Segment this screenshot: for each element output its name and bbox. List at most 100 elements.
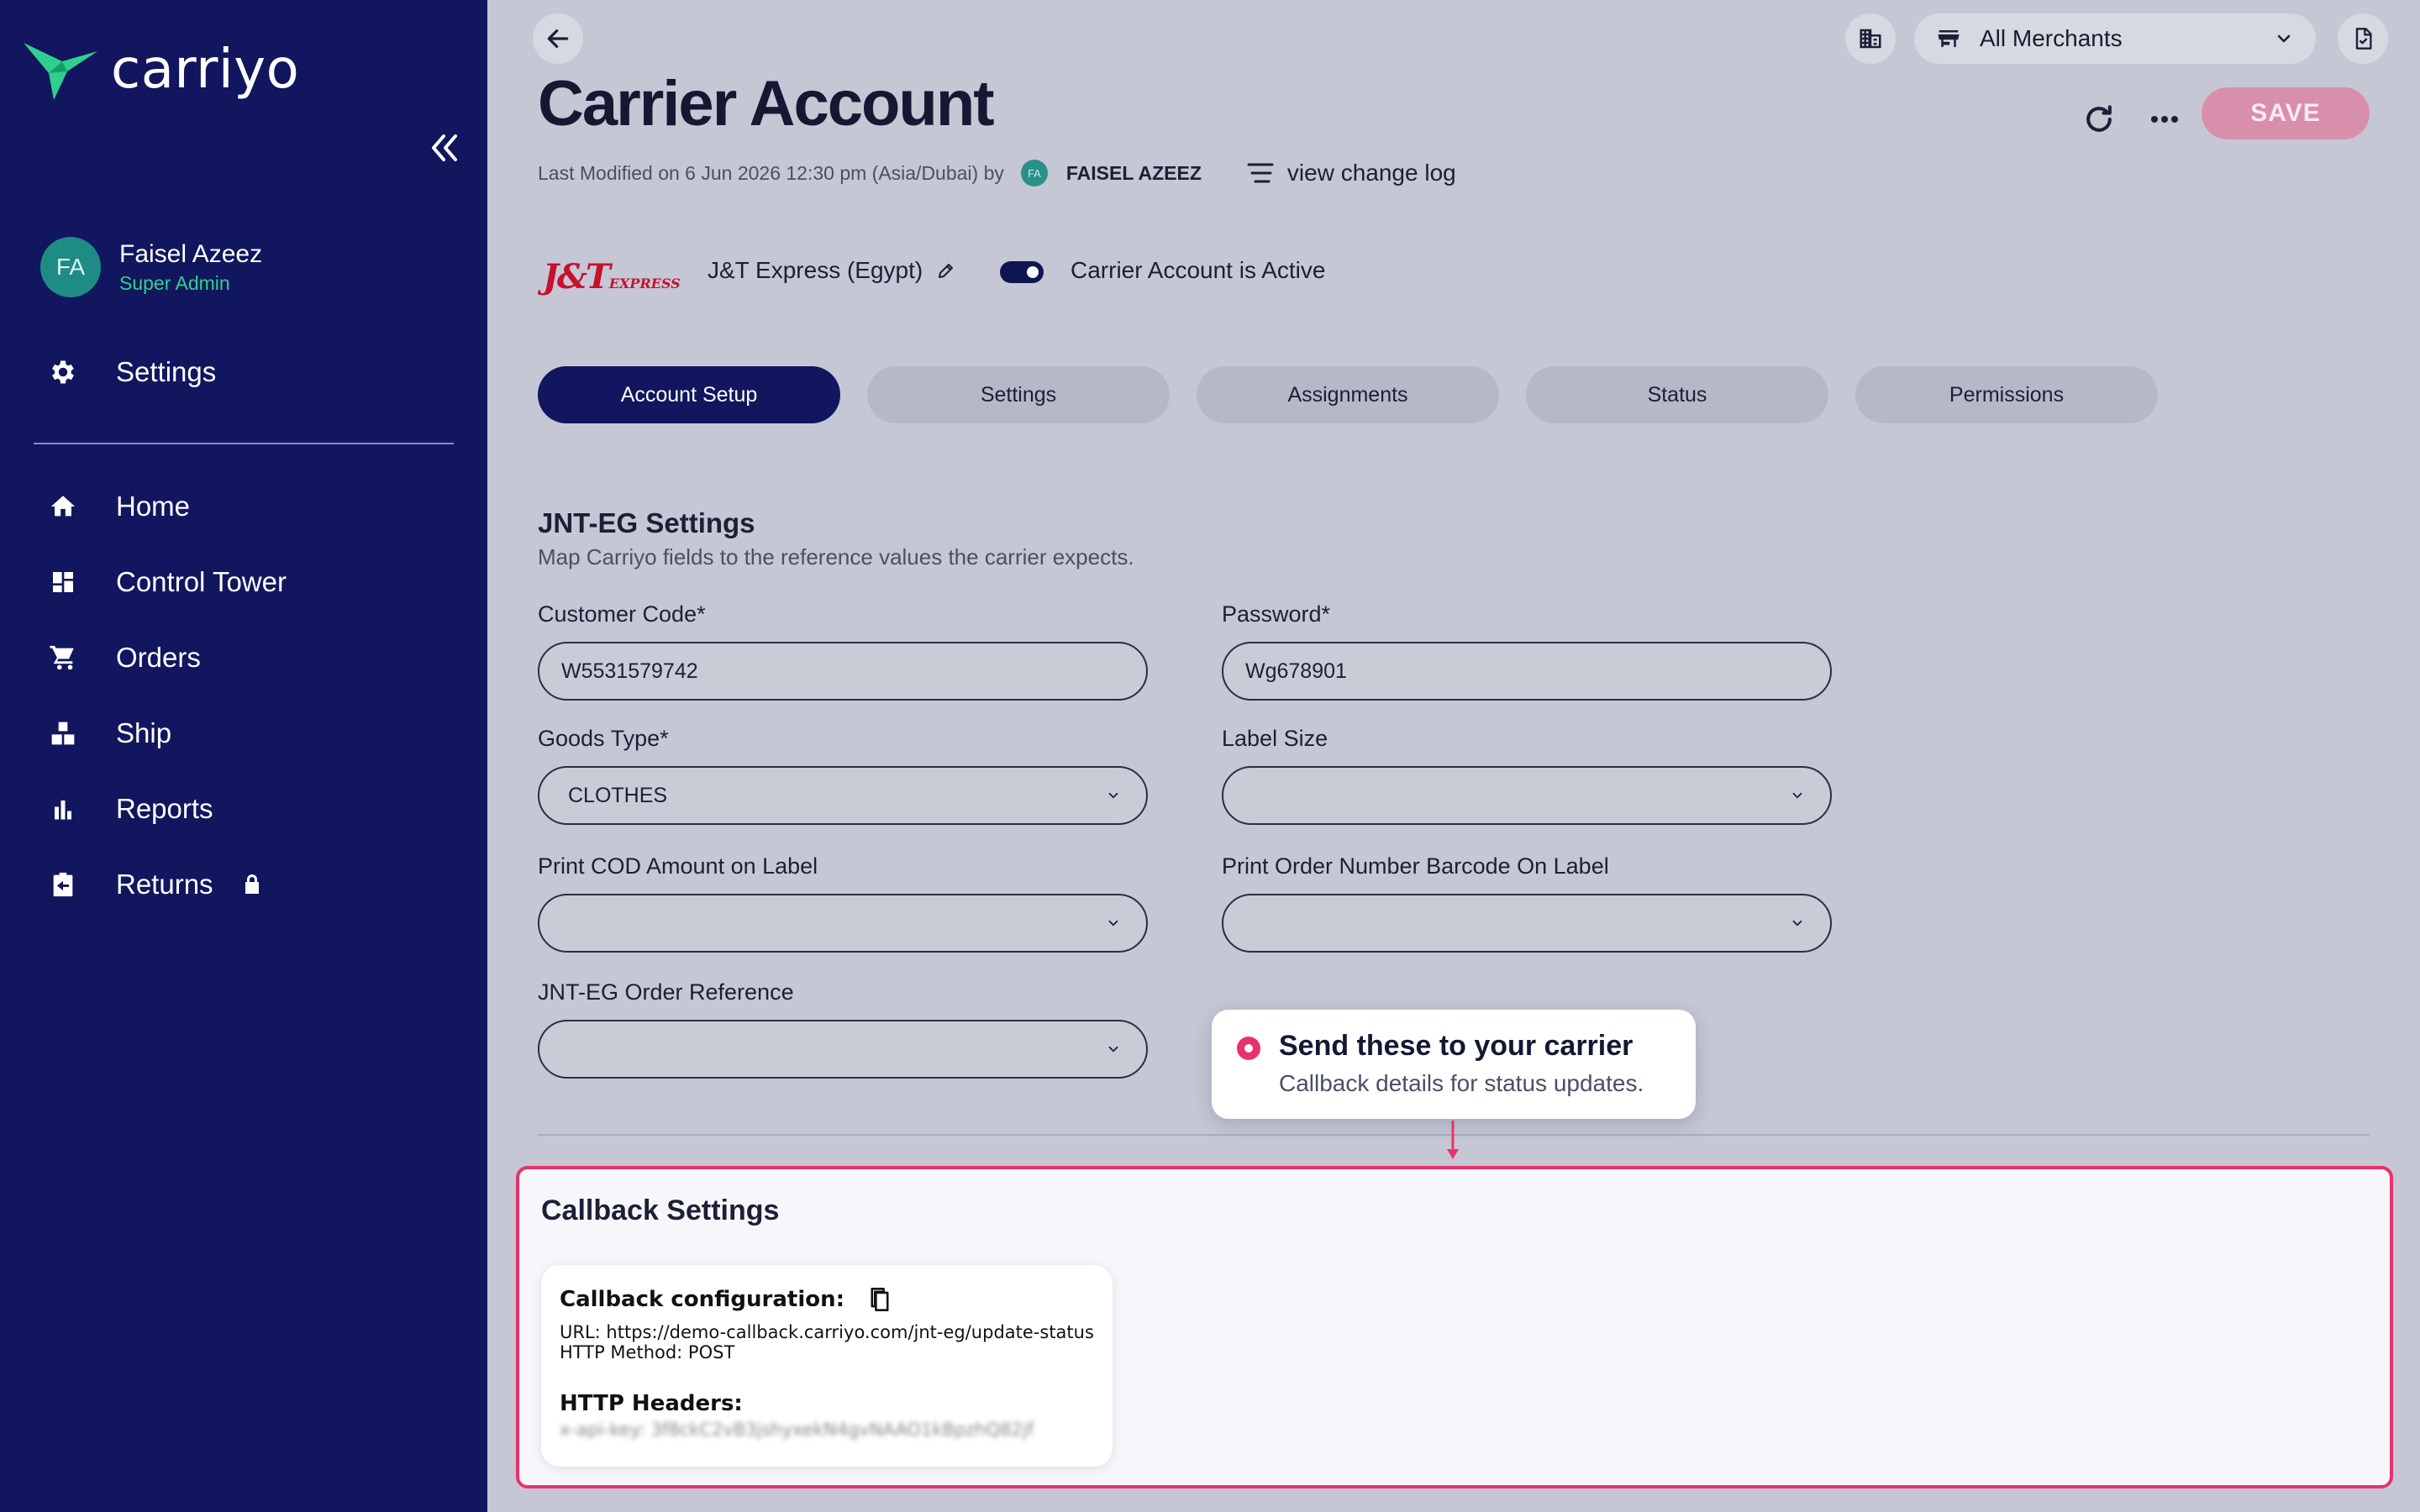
goods-type-value: CLOTHES	[568, 783, 668, 807]
avatar: FA	[40, 237, 101, 297]
carrier-logo-main: J&T	[543, 257, 611, 297]
label-size-label: Label Size	[1222, 726, 1328, 751]
merchant-selector-value: All Merchants	[1980, 25, 2123, 51]
carrier-logo: J&TEXPRESS	[543, 257, 681, 297]
sidebar-item-ship[interactable]: Ship	[47, 717, 171, 749]
user-profile[interactable]: FA Faisel Azeez Super Admin	[40, 237, 262, 297]
customer-code-value: W5531579742	[561, 659, 698, 683]
sidebar-item-orders[interactable]: Orders	[47, 642, 201, 674]
sidebar: carriyo FA Faisel Azeez Super Admin Sett…	[0, 0, 487, 1512]
goods-type-select[interactable]: CLOTHES	[538, 766, 1148, 825]
arrow-down-icon	[1447, 1121, 1459, 1159]
chevron-down-icon	[1792, 792, 1802, 799]
sidebar-item-returns[interactable]: Returns	[47, 869, 262, 900]
carrier-logo-sub: EXPRESS	[608, 276, 681, 291]
sidebar-item-label: Home	[116, 491, 191, 522]
sidebar-item-label: Orders	[116, 642, 201, 673]
brand-name: carriyo	[111, 39, 300, 101]
callback-settings-title: Callback Settings	[541, 1194, 780, 1226]
dashboard-icon	[47, 566, 79, 598]
refresh-button[interactable]	[2081, 101, 2118, 138]
sidebar-item-control-tower[interactable]: Control Tower	[47, 566, 287, 598]
carrier-name-label: J&T Express (Egypt)	[708, 257, 923, 283]
carrier-active-toggle[interactable]	[1000, 261, 1044, 283]
sidebar-item-label: Control Tower	[116, 566, 287, 597]
more-horizontal-icon	[2151, 116, 2178, 123]
gear-icon	[47, 356, 79, 388]
http-headers-value: x-api-key: 3f8ckC2vB3jshyxekN4gvNAAO1kBp…	[560, 1420, 1034, 1440]
document-check-icon	[2355, 28, 2372, 50]
save-button[interactable]: SAVE	[2202, 87, 2370, 139]
carrier-active-label: Carrier Account is Active	[1071, 257, 1326, 283]
list-icon	[1247, 163, 1274, 183]
organization-button[interactable]	[1845, 13, 1896, 64]
carrier-name[interactable]: J&T Express (Egypt)	[708, 257, 956, 284]
sidebar-divider	[34, 443, 454, 444]
goods-type-label: Goods Type*	[538, 726, 669, 751]
customer-code-label: Customer Code*	[538, 601, 706, 627]
more-options-button[interactable]	[2144, 99, 2185, 139]
bar-chart-icon	[47, 793, 79, 825]
sidebar-item-label: Returns	[116, 869, 213, 900]
print-cod-select[interactable]	[538, 894, 1148, 953]
tooltip-title: Send these to your carrier	[1279, 1030, 1634, 1062]
back-button[interactable]	[533, 13, 583, 64]
page-title: Carrier Account	[538, 68, 995, 139]
record-dot-icon	[1237, 1037, 1260, 1060]
callback-method: HTTP Method: POST	[560, 1342, 735, 1362]
merchant-selector[interactable]: All Merchants	[1914, 13, 2316, 64]
callout-tooltip: Send these to your carrier Callback deta…	[1212, 1010, 1696, 1119]
order-reference-select[interactable]	[538, 1020, 1148, 1079]
section-subtitle: Map Carriyo fields to the reference valu…	[538, 544, 1134, 570]
home-icon	[47, 491, 79, 522]
ship-icon	[47, 717, 79, 749]
tab-permissions[interactable]: Permissions	[1855, 366, 2158, 423]
arrow-left-icon	[547, 29, 569, 48]
document-button[interactable]	[2338, 13, 2388, 64]
pencil-icon[interactable]	[936, 260, 956, 281]
carriyo-bird-icon	[24, 43, 97, 100]
password-input[interactable]: Wg678901	[1222, 642, 1832, 701]
last-modified-info: Last Modified on 6 Jun 2026 12:30 pm (As…	[538, 160, 1456, 186]
chevron-down-icon	[1792, 920, 1802, 927]
user-name: Faisel Azeez	[119, 239, 263, 268]
refresh-icon	[2086, 105, 2112, 132]
tab-account-setup[interactable]: Account Setup	[538, 366, 840, 423]
print-barcode-select[interactable]	[1222, 894, 1832, 953]
sidebar-item-home[interactable]: Home	[47, 491, 190, 522]
tooltip-subtitle: Callback details for status updates.	[1279, 1070, 1644, 1096]
collapse-sidebar-button[interactable]	[424, 128, 464, 168]
sidebar-item-reports[interactable]: Reports	[47, 793, 213, 825]
callback-settings-section: Callback Settings Callback configuration…	[516, 1166, 2393, 1488]
tab-settings[interactable]: Settings	[867, 366, 1170, 423]
customer-code-input[interactable]: W5531579742	[538, 642, 1148, 701]
password-value: Wg678901	[1245, 659, 1347, 683]
sidebar-item-label: Settings	[116, 356, 217, 387]
cart-icon	[47, 642, 79, 674]
label-size-select[interactable]	[1222, 766, 1832, 825]
copy-icon[interactable]	[868, 1287, 892, 1312]
callback-url[interactable]: URL: https://demo-callback.carriyo.com/j…	[560, 1322, 1094, 1342]
building-icon	[1860, 29, 1881, 49]
callback-config-card: Callback configuration: URL: https://dem…	[541, 1265, 1113, 1467]
sidebar-item-label: Reports	[116, 793, 213, 824]
modifier-avatar: FA	[1020, 160, 1048, 186]
carriyo-logo[interactable]: carriyo	[22, 39, 299, 101]
chevron-down-icon	[2277, 34, 2291, 43]
view-change-log-link[interactable]: view change log	[1247, 160, 1456, 186]
chevron-down-icon	[1108, 1046, 1118, 1053]
order-reference-label: JNT-EG Order Reference	[538, 979, 794, 1005]
chevron-down-icon	[1108, 920, 1118, 927]
sidebar-item-settings[interactable]: Settings	[47, 356, 216, 388]
lock-icon	[242, 874, 262, 895]
tab-status[interactable]: Status	[1526, 366, 1828, 423]
view-change-log-label: view change log	[1286, 160, 1456, 186]
tab-assignments[interactable]: Assignments	[1197, 366, 1499, 423]
http-headers-label: HTTP Headers:	[560, 1391, 743, 1416]
returns-icon	[47, 869, 79, 900]
last-modified-text: Last Modified on 6 Jun 2026 12:30 pm (As…	[538, 161, 1004, 184]
store-icon	[1938, 30, 1960, 47]
print-cod-label: Print COD Amount on Label	[538, 853, 818, 879]
section-title: JNT-EG Settings	[538, 507, 755, 538]
modifier-name: FAISEL AZEEZ	[1065, 161, 1202, 184]
